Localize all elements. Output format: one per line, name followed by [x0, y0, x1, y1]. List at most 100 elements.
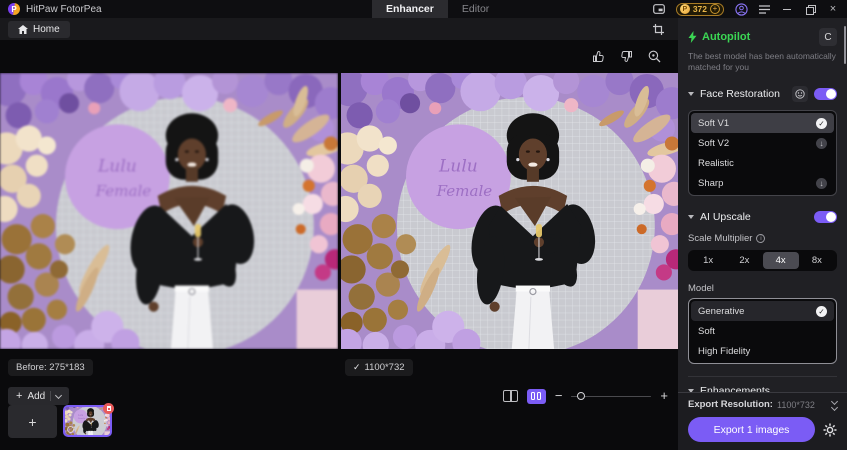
zoom-preview-icon[interactable] [646, 48, 662, 64]
hitpaw-fotorpea-window: P HitPaw FotorPea Enhancer Editor P 372 … [0, 0, 847, 450]
preview-area: Before: 275*183 ✓ 1100*732 + Add − + + [0, 40, 678, 450]
panel-scrollbar[interactable] [844, 26, 846, 64]
download-icon[interactable]: ↓ [816, 177, 827, 189]
info-icon[interactable]: i [756, 234, 766, 243]
expand-resolution-icon[interactable] [830, 397, 839, 412]
add-image-tile[interactable]: + [8, 405, 57, 438]
option-high-fidelity[interactable]: High Fidelity [691, 341, 834, 361]
face-restoration-title: Face Restoration [700, 88, 780, 100]
thumbs-up-icon[interactable] [590, 48, 606, 64]
coin-icon: P [679, 4, 690, 14]
export-row: Export 1 images [688, 417, 837, 442]
face-restoration-header: Face Restoration [688, 86, 837, 102]
export-resolution-label: Export Resolution: [688, 399, 773, 410]
scale-2x[interactable]: 2x [726, 252, 762, 269]
tab-enhancer[interactable]: Enhancer [372, 0, 448, 18]
ai-upscale-toggle[interactable] [814, 211, 837, 223]
check-icon: ✓ [353, 362, 361, 372]
home-label: Home [33, 23, 60, 35]
app-logo-icon: P [8, 3, 20, 15]
side-by-side-view-icon[interactable] [526, 388, 546, 404]
scale-1x[interactable]: 1x [690, 252, 726, 269]
split-view-icon[interactable] [502, 390, 518, 402]
image-thumbnail[interactable] [63, 403, 114, 437]
settings-panel: Autopilot C The best model has been auto… [678, 18, 847, 450]
option-label: Soft V2 [698, 137, 730, 149]
ai-upscale-header: AI Upscale [688, 211, 837, 223]
scale-multiplier-segments: 1x 2x 4x 8x [688, 250, 837, 271]
autopilot-description: The best model has been automatically ma… [688, 51, 836, 72]
home-icon [18, 24, 28, 34]
scale-4x[interactable]: 4x [762, 252, 799, 269]
option-label: Soft V1 [698, 117, 730, 129]
option-soft-v2[interactable]: Soft V2 ↓ [691, 133, 834, 153]
export-settings-gear-icon[interactable] [823, 423, 837, 437]
option-realistic[interactable]: Realistic [691, 153, 834, 173]
autopilot-header: Autopilot C [688, 28, 837, 46]
feedback-icon[interactable] [652, 4, 665, 14]
export-footer: Export Resolution: 1100*732 Export 1 ima… [678, 392, 847, 450]
close-button[interactable]: × [827, 3, 839, 15]
delete-image-icon[interactable] [103, 403, 114, 414]
menu-icon[interactable] [759, 4, 770, 14]
autopilot-title: Autopilot [702, 31, 751, 43]
home-button[interactable]: Home [8, 20, 70, 38]
compare-images [0, 73, 678, 349]
zoom-out-button[interactable]: − [555, 389, 563, 402]
face-restoration-toggle[interactable] [814, 88, 837, 100]
option-label: Soft [698, 325, 715, 337]
add-image-button[interactable]: + Add [8, 387, 70, 405]
collapse-triangle-icon[interactable] [688, 92, 694, 96]
minimize-button[interactable] [781, 8, 793, 10]
screenshot-crop-icon[interactable] [653, 23, 664, 35]
option-label: Generative [698, 305, 745, 317]
before-resolution-text: Before: 275*183 [16, 362, 85, 373]
option-label: Realistic [698, 157, 734, 169]
export-button[interactable]: Export 1 images [688, 417, 815, 442]
selected-check-icon: ✓ [816, 117, 827, 129]
view-controls: − + [502, 388, 668, 404]
collapse-triangle-icon[interactable] [688, 215, 694, 219]
option-generative[interactable]: Generative ✓ [691, 301, 834, 321]
option-sharp[interactable]: Sharp ↓ [691, 173, 834, 193]
download-icon[interactable]: ↓ [816, 137, 827, 149]
zoom-in-button[interactable]: + [660, 389, 668, 402]
option-soft[interactable]: Soft [691, 321, 834, 341]
enhancements-title: Enhancements [700, 385, 771, 392]
editor-canvas-column: Home Before: 275*183 ✓ 1100*732 + Add − … [0, 18, 678, 450]
enhancements-header[interactable]: Enhancements [688, 385, 837, 392]
before-resolution-badge: Before: 275*183 [8, 359, 93, 376]
face-restoration-options: Soft V1 ✓ Soft V2 ↓ Realistic Sharp ↓ [688, 110, 837, 196]
divider [688, 376, 837, 377]
ai-upscale-title: AI Upscale [700, 211, 751, 223]
model-label: Model [688, 283, 714, 294]
coin-count: 372 [692, 4, 707, 14]
before-image[interactable] [0, 73, 338, 349]
coins-badge[interactable]: P 372 + [675, 2, 724, 16]
thumbnail-status-icon [67, 426, 74, 433]
app-name: HitPaw FotorPea [26, 3, 102, 15]
face-smiley-icon[interactable] [792, 86, 808, 102]
zoom-slider-handle[interactable] [577, 392, 586, 400]
option-soft-v1[interactable]: Soft V1 ✓ [691, 113, 834, 133]
restore-button[interactable] [804, 5, 816, 15]
after-image[interactable] [340, 73, 678, 349]
option-label: High Fidelity [698, 345, 751, 357]
scale-8x[interactable]: 8x [799, 252, 835, 269]
chevron-down-icon[interactable] [55, 391, 63, 399]
plus-icon: + [16, 390, 23, 402]
home-bar: Home [0, 18, 678, 40]
tab-editor[interactable]: Editor [448, 0, 503, 18]
selected-check-icon: ✓ [816, 305, 827, 317]
account-icon[interactable] [735, 2, 748, 16]
model-options: Generative ✓ Soft High Fidelity [688, 298, 837, 364]
scale-multiplier-label: Scale Multiplier [688, 233, 753, 244]
add-coins-icon[interactable]: + [710, 4, 720, 14]
autopilot-refresh-button[interactable]: C [819, 28, 837, 46]
zoom-slider[interactable] [571, 391, 652, 401]
after-resolution-text: 1100*732 [364, 362, 405, 373]
export-resolution-row: Export Resolution: 1100*732 [688, 397, 839, 412]
mode-tabs: Enhancer Editor [372, 0, 503, 18]
lightning-icon [688, 31, 697, 43]
thumbs-down-icon[interactable] [618, 48, 634, 64]
